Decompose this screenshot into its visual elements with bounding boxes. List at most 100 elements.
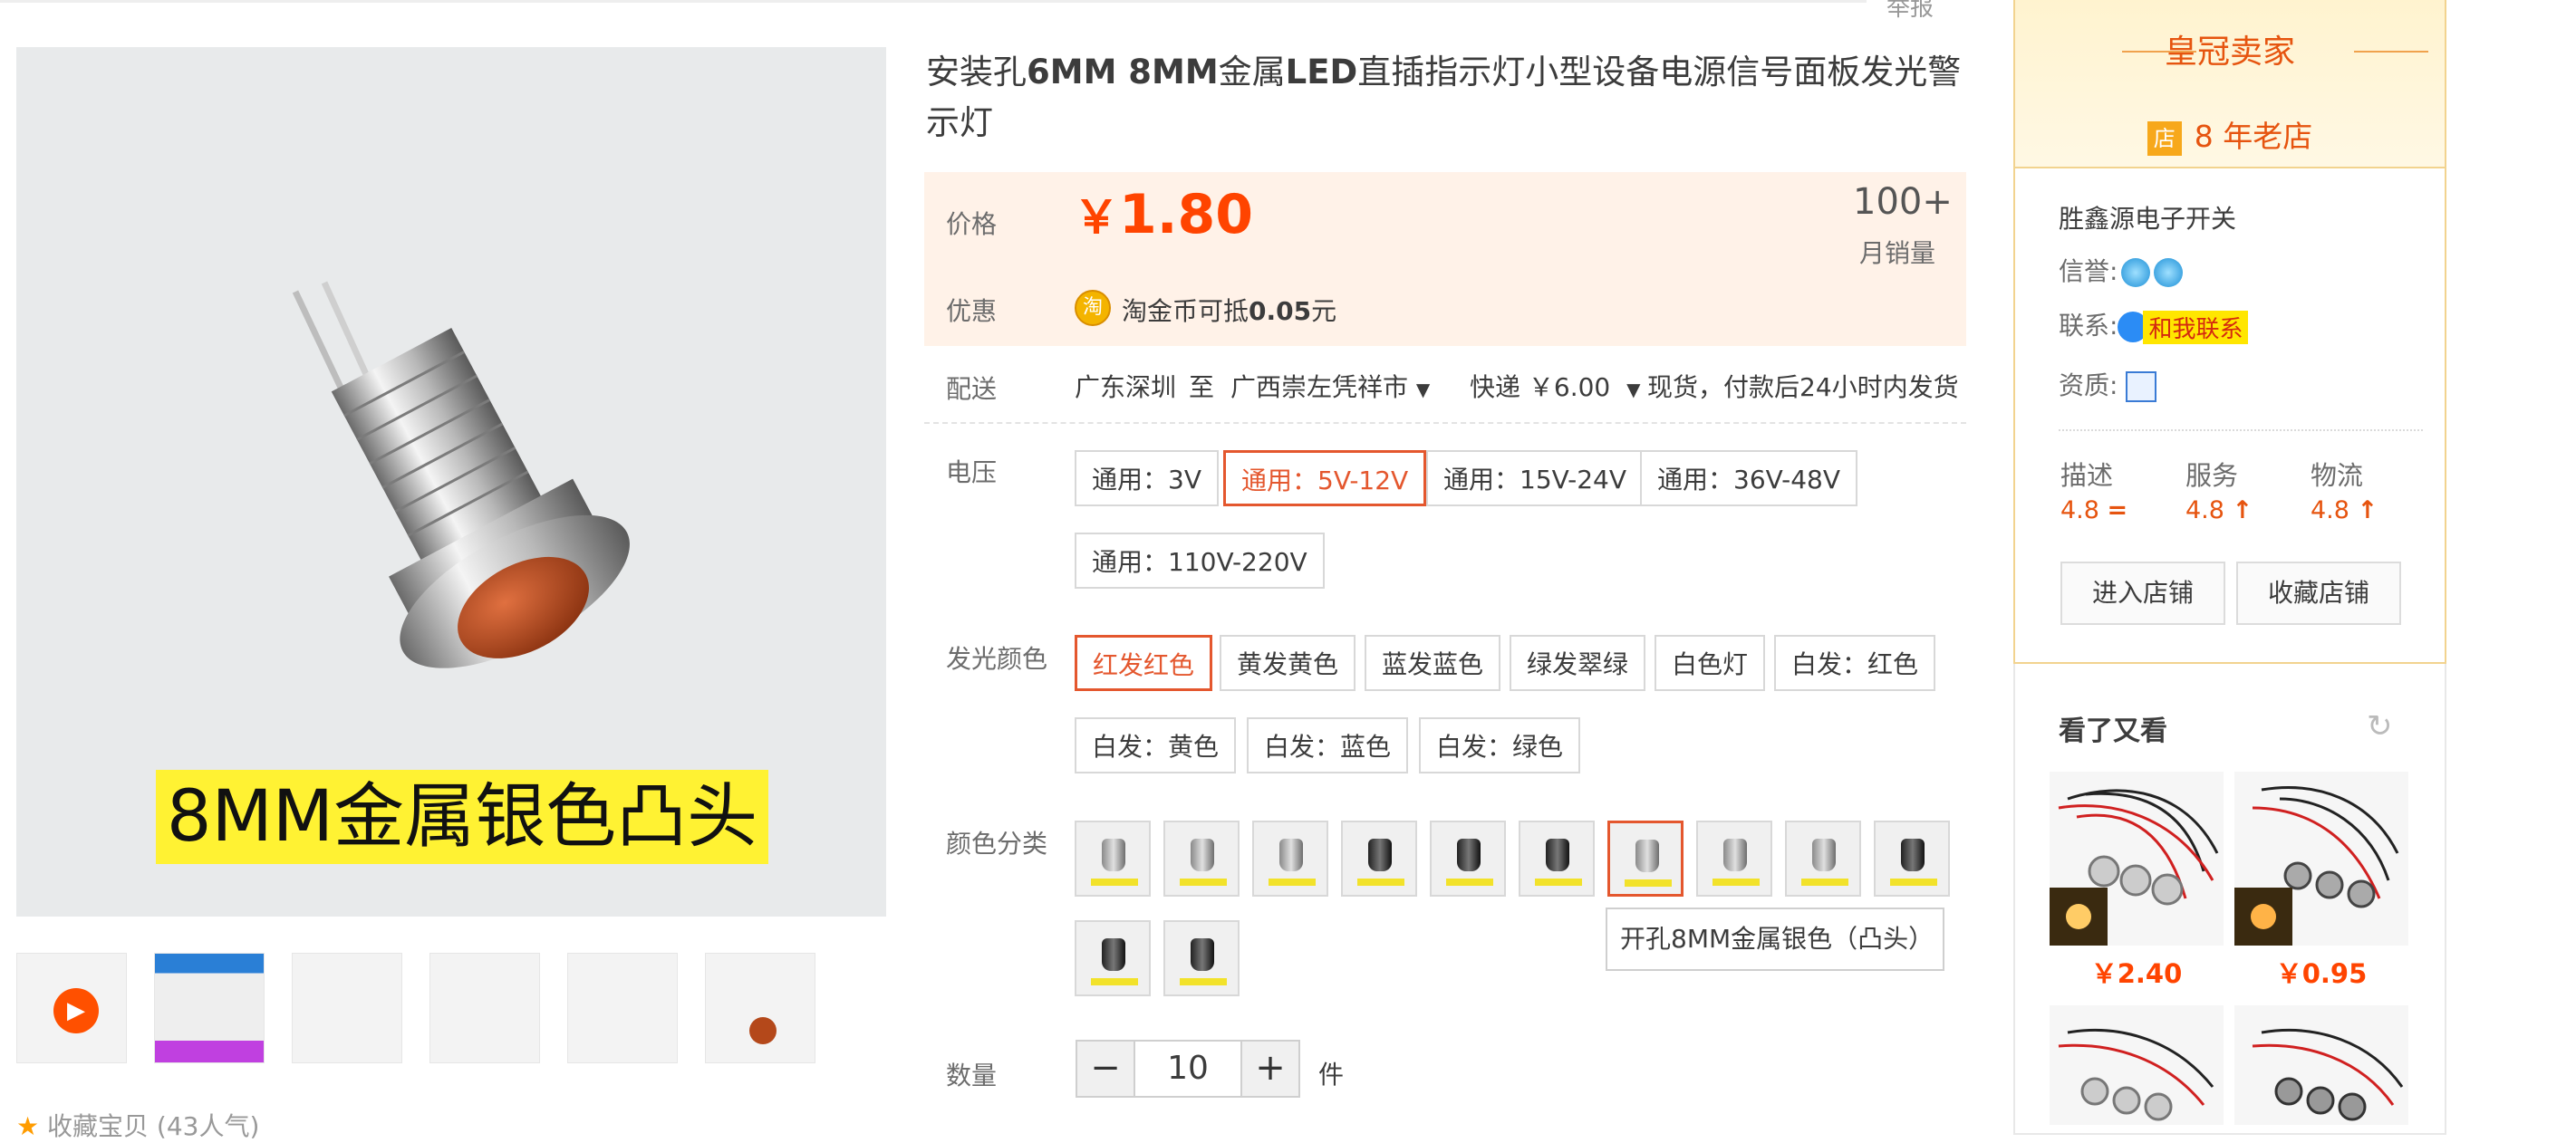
quantity-label: 数量 — [946, 1061, 998, 1090]
express-value: 快递 ￥6.00 — [1470, 372, 1611, 402]
contact-row: 联系: 和我联系 — [2059, 306, 2249, 344]
score-desc: 4.8 = — [2060, 496, 2127, 524]
led-color-option-selected[interactable]: 红发红色 — [1075, 635, 1213, 691]
crown-seller-title: 皇冠卖家 — [2164, 34, 2295, 71]
dashed-divider — [924, 422, 1966, 424]
contact-label: 联系: — [2059, 311, 2118, 341]
favorite-shop-button[interactable]: 收藏店铺 — [2236, 562, 2401, 625]
diamond-icon — [2154, 258, 2184, 287]
diamond-icon — [2121, 258, 2151, 287]
color-swatch[interactable] — [1075, 920, 1151, 996]
score-value: 4.8 — [2060, 496, 2099, 524]
led-color-option[interactable]: 白发：绿色 — [1419, 717, 1581, 773]
qualification-row: 资质: — [2059, 366, 2157, 402]
voltage-option[interactable]: 通用：3V — [1075, 450, 1219, 506]
color-swatch[interactable] — [1785, 821, 1861, 897]
favorite-link[interactable]: ★ 收藏宝贝 (43人气) — [16, 1107, 259, 1143]
led-color-option[interactable]: 蓝发蓝色 — [1365, 635, 1501, 691]
ship-from: 广东深圳 — [1075, 372, 1177, 402]
credit-row: 信誉: — [2059, 252, 2184, 288]
recommend-item-image[interactable] — [2234, 772, 2408, 946]
led-color-option[interactable]: 绿发翠绿 — [1510, 635, 1646, 691]
qualification-label: 资质: — [2059, 370, 2118, 400]
image-banner-text: 8MM金属银色凸头 — [166, 776, 758, 858]
voltage-option[interactable]: 通用：15V-24V — [1426, 450, 1645, 506]
thumbnail-4[interactable] — [429, 953, 540, 1063]
recommend-item-price[interactable]: ￥2.40 — [2050, 953, 2224, 991]
color-swatch[interactable] — [1696, 821, 1772, 897]
star-icon: ★ — [16, 1111, 48, 1141]
taojinbi-coin-icon: 淘 — [1075, 290, 1111, 326]
promo-value: 0.05 — [1249, 296, 1312, 326]
quantity-increment-button[interactable]: + — [1240, 1040, 1300, 1098]
price-label: 价格 — [946, 209, 998, 239]
promo-label: 优惠 — [946, 296, 998, 326]
led-color-option[interactable]: 白色灯 — [1655, 635, 1766, 691]
top-divider — [0, 0, 1867, 3]
promo-suffix: 元 — [1311, 296, 1337, 326]
quantity-unit: 件 — [1318, 1060, 1345, 1090]
voltage-option[interactable]: 通用：36V-48V — [1640, 450, 1858, 506]
recommend-item-price[interactable]: ￥0.95 — [2234, 953, 2408, 991]
score-value: 4.8 — [2185, 496, 2224, 524]
express-dropdown[interactable]: 快递 ￥6.00 ▼ — [1470, 368, 1640, 404]
color-swatch[interactable] — [1252, 821, 1328, 897]
thumbnail-6[interactable] — [705, 953, 815, 1063]
price: ￥1.80 — [1074, 181, 1253, 246]
also-viewed-title: 看了又看 — [2059, 716, 2167, 747]
quantity-decrement-button[interactable]: − — [1076, 1040, 1135, 1098]
play-icon[interactable]: ▶ — [53, 988, 99, 1033]
refresh-icon[interactable]: ↻ — [2367, 708, 2393, 744]
ship-to-word: 至 — [1189, 372, 1215, 402]
swatch-tooltip: 开孔8MM金属银色（凸头） — [1606, 908, 1944, 971]
recommend-item-image[interactable] — [2050, 1005, 2224, 1125]
score-logistics: 4.8 ↑ — [2311, 496, 2378, 524]
color-swatch-selected[interactable] — [1607, 821, 1684, 897]
favorite-text: 收藏宝贝 (43人气) — [47, 1111, 260, 1141]
color-swatch[interactable] — [1341, 821, 1417, 897]
recommend-item-image[interactable] — [2050, 772, 2224, 946]
led-color-option[interactable]: 黄发黄色 — [1220, 635, 1356, 691]
led-color-option[interactable]: 白发：黄色 — [1075, 717, 1237, 773]
thumbnail-video[interactable]: ▶ — [16, 953, 127, 1063]
voltage-option-selected[interactable]: 通用：5V-12V — [1223, 450, 1427, 506]
color-swatch[interactable] — [1163, 821, 1240, 897]
color-swatch[interactable] — [1519, 821, 1595, 897]
thumbnail-strip: ▶ — [16, 953, 815, 1063]
cable-led-illustration — [2252, 1029, 2404, 1121]
color-swatch[interactable] — [1430, 821, 1506, 897]
score-label-logistics: 物流 — [2311, 460, 2364, 491]
color-swatch[interactable] — [1163, 920, 1240, 996]
certificate-icon[interactable] — [2126, 371, 2157, 402]
title-part: 6MM 8MM — [1027, 53, 1219, 91]
voltage-option[interactable]: 通用：110V-220V — [1075, 533, 1325, 589]
color-swatch[interactable] — [1874, 821, 1950, 897]
shop-name[interactable]: 胜鑫源电子开关 — [2059, 199, 2236, 235]
recommend-item-image[interactable] — [2234, 1005, 2408, 1125]
currency-symbol: ￥ — [1074, 191, 1119, 244]
cable-led-illustration — [2050, 789, 2219, 946]
promo-prefix: 淘金币可抵 — [1122, 296, 1249, 326]
title-part: 金属 — [1218, 53, 1286, 91]
score-service: 4.8 ↑ — [2185, 496, 2253, 524]
quantity-input[interactable]: 10 — [1134, 1040, 1241, 1098]
title-part: 安装孔 — [926, 53, 1027, 91]
color-swatch[interactable] — [1075, 821, 1151, 897]
thumbnail-2[interactable] — [154, 953, 265, 1063]
thumbnail-3[interactable] — [292, 953, 402, 1063]
product-title: 安装孔6MM 8MM金属LED直插指示灯小型设备电源信号面板发光警示灯 — [926, 47, 1968, 149]
led-color-label: 发光颜色 — [946, 644, 1048, 674]
report-link[interactable]: 举报 — [1886, 0, 1934, 23]
ship-to-dropdown[interactable]: 广西崇左凭祥市 ▼ — [1230, 368, 1430, 404]
led-color-option[interactable]: 白发：蓝色 — [1247, 717, 1409, 773]
contact-seller-button[interactable]: 和我联系 — [2143, 310, 2249, 344]
promo-text: 淘金币可抵0.05元 — [1122, 292, 1336, 328]
title-part: LED — [1285, 53, 1358, 91]
thumbnail-5[interactable] — [567, 953, 678, 1063]
color-category-label: 颜色分类 — [946, 829, 1048, 859]
led-color-option[interactable]: 白发：红色 — [1774, 635, 1936, 691]
enter-shop-button[interactable]: 进入店铺 — [2060, 562, 2225, 625]
credit-label: 信誉: — [2059, 256, 2118, 286]
dotted-divider — [2059, 429, 2423, 431]
arrow-up-icon: ↑ — [2357, 496, 2378, 524]
